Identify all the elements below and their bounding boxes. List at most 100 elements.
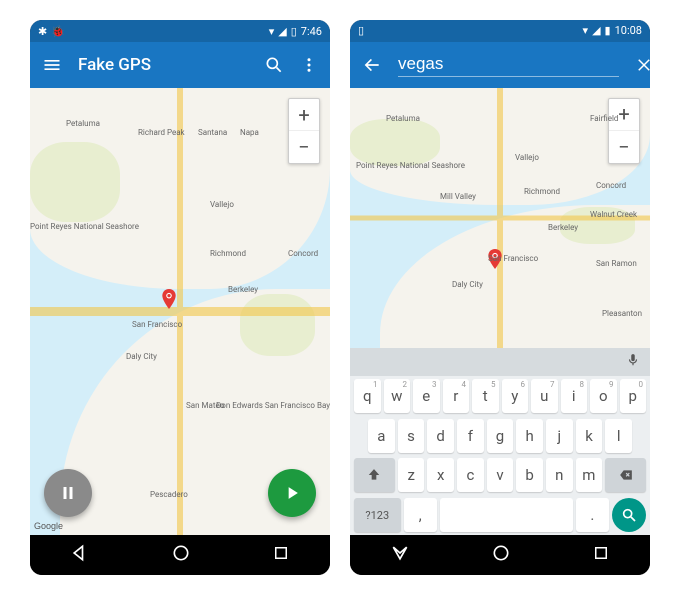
pause-button[interactable]: [44, 469, 92, 517]
city-label: Pleasanton: [602, 309, 642, 318]
sym-key[interactable]: ?123: [354, 498, 401, 532]
key-z[interactable]: z: [398, 458, 425, 492]
search-key[interactable]: [612, 498, 646, 532]
back-icon[interactable]: [362, 55, 382, 75]
city-label: Daly City: [452, 280, 483, 289]
city-label: Point Reyes National Seashore: [356, 161, 465, 170]
clear-icon[interactable]: [635, 56, 650, 74]
city-label: San Francisco: [132, 320, 182, 329]
zoom-out-button[interactable]: −: [289, 131, 319, 163]
key-d[interactable]: d: [427, 419, 454, 453]
city-label: San Francisco: [488, 254, 538, 263]
backspace-key[interactable]: [605, 458, 646, 492]
menu-icon[interactable]: [42, 55, 62, 75]
space-key[interactable]: [440, 498, 573, 532]
zoom-in-button[interactable]: +: [289, 99, 319, 131]
nav-home-icon[interactable]: [491, 543, 511, 567]
battery-icon: ▯: [358, 24, 364, 37]
map-area[interactable]: + − Petaluma Fairfield Vallejo Point Reyes …: [350, 88, 650, 348]
key-b[interactable]: b: [516, 458, 543, 492]
map-area[interactable]: + − Google PetalumaRichard PeakSantanaNa…: [30, 88, 330, 535]
map-pin-icon: [162, 289, 176, 309]
city-label: Concord: [596, 181, 626, 190]
nav-recent-icon[interactable]: [272, 544, 290, 566]
battery-icon: ▮: [605, 24, 611, 37]
city-label: Daly City: [126, 352, 157, 361]
city-label: Richmond: [524, 187, 560, 196]
city-label: Vallejo: [515, 153, 539, 162]
zoom-controls: + −: [288, 98, 320, 164]
city-label: Fairfield: [590, 114, 618, 123]
key-a[interactable]: a: [368, 419, 395, 453]
key-o[interactable]: o9: [590, 379, 617, 413]
city-label: Petaluma: [66, 119, 100, 128]
city-label: Berkeley: [548, 223, 578, 232]
city-label: Pescadero: [150, 490, 188, 499]
zoom-controls: + −: [608, 98, 640, 164]
apple-icon: 🐞: [51, 25, 65, 38]
key-t[interactable]: t5: [472, 379, 499, 413]
key-q[interactable]: q1: [354, 379, 381, 413]
key-k[interactable]: k: [576, 419, 603, 453]
key-s[interactable]: s: [398, 419, 425, 453]
key-e[interactable]: e3: [413, 379, 440, 413]
nav-home-icon[interactable]: [171, 543, 191, 567]
city-label: Napa: [240, 128, 259, 137]
city-label: Berkeley: [228, 285, 258, 294]
key-u[interactable]: u7: [531, 379, 558, 413]
city-label: Petaluma: [386, 114, 420, 123]
city-label: Santana: [198, 128, 227, 137]
key-n[interactable]: n: [546, 458, 573, 492]
city-label: San Ramon: [596, 259, 637, 268]
search-icon[interactable]: [264, 55, 284, 75]
key-i[interactable]: i8: [561, 379, 588, 413]
comma-key[interactable]: ,: [404, 498, 437, 532]
status-bar: ✱ 🐞 ▾ ◢ ▯ 7:46: [30, 20, 330, 42]
period-key[interactable]: .: [576, 498, 609, 532]
signal-icon: ◢: [278, 25, 286, 38]
nav-bar: [30, 535, 330, 575]
key-j[interactable]: j: [546, 419, 573, 453]
city-label: Richmond: [210, 249, 246, 258]
status-bar: ▯ ▾ ◢ ▮ 10:08: [350, 20, 650, 42]
key-x[interactable]: x: [427, 458, 454, 492]
key-h[interactable]: h: [516, 419, 543, 453]
city-label: Point Reyes National Seashore: [30, 222, 139, 231]
mic-icon[interactable]: [626, 352, 640, 371]
phone-left: ✱ 🐞 ▾ ◢ ▯ 7:46 Fake GPS: [30, 20, 330, 575]
key-m[interactable]: m: [576, 458, 603, 492]
battery-icon: ▯: [291, 25, 297, 38]
nav-recent-icon[interactable]: [592, 544, 610, 566]
zoom-out-button[interactable]: −: [609, 131, 639, 163]
key-r[interactable]: r4: [443, 379, 470, 413]
play-button[interactable]: [268, 469, 316, 517]
key-p[interactable]: p0: [620, 379, 647, 413]
city-label: Vallejo: [210, 200, 234, 209]
key-w[interactable]: w2: [384, 379, 411, 413]
key-v[interactable]: v: [487, 458, 514, 492]
signal-icon: ◢: [592, 24, 600, 37]
status-time: 10:08: [615, 24, 642, 37]
debug-icon: ✱: [38, 25, 47, 38]
key-y[interactable]: y6: [502, 379, 529, 413]
shift-key[interactable]: [354, 458, 395, 492]
search-input[interactable]: [398, 52, 619, 77]
wifi-icon: ▾: [583, 24, 589, 37]
city-label: Richard Peak: [138, 128, 185, 137]
nav-back-icon[interactable]: [390, 543, 410, 567]
app-bar: Fake GPS: [30, 42, 330, 88]
key-f[interactable]: f: [457, 419, 484, 453]
key-g[interactable]: g: [487, 419, 514, 453]
status-time: 7:46: [301, 25, 322, 38]
city-label: Concord: [288, 249, 318, 258]
app-title: Fake GPS: [78, 55, 248, 75]
nav-back-icon[interactable]: [70, 543, 90, 567]
app-bar: [350, 42, 650, 88]
key-c[interactable]: c: [457, 458, 484, 492]
overflow-icon[interactable]: [300, 56, 318, 74]
wifi-icon: ▾: [269, 25, 275, 38]
phone-right: ▯ ▾ ◢ ▮ 10:08: [350, 20, 650, 575]
city-label: Walnut Creek: [590, 210, 637, 219]
nav-bar: [350, 535, 650, 575]
key-l[interactable]: l: [605, 419, 632, 453]
